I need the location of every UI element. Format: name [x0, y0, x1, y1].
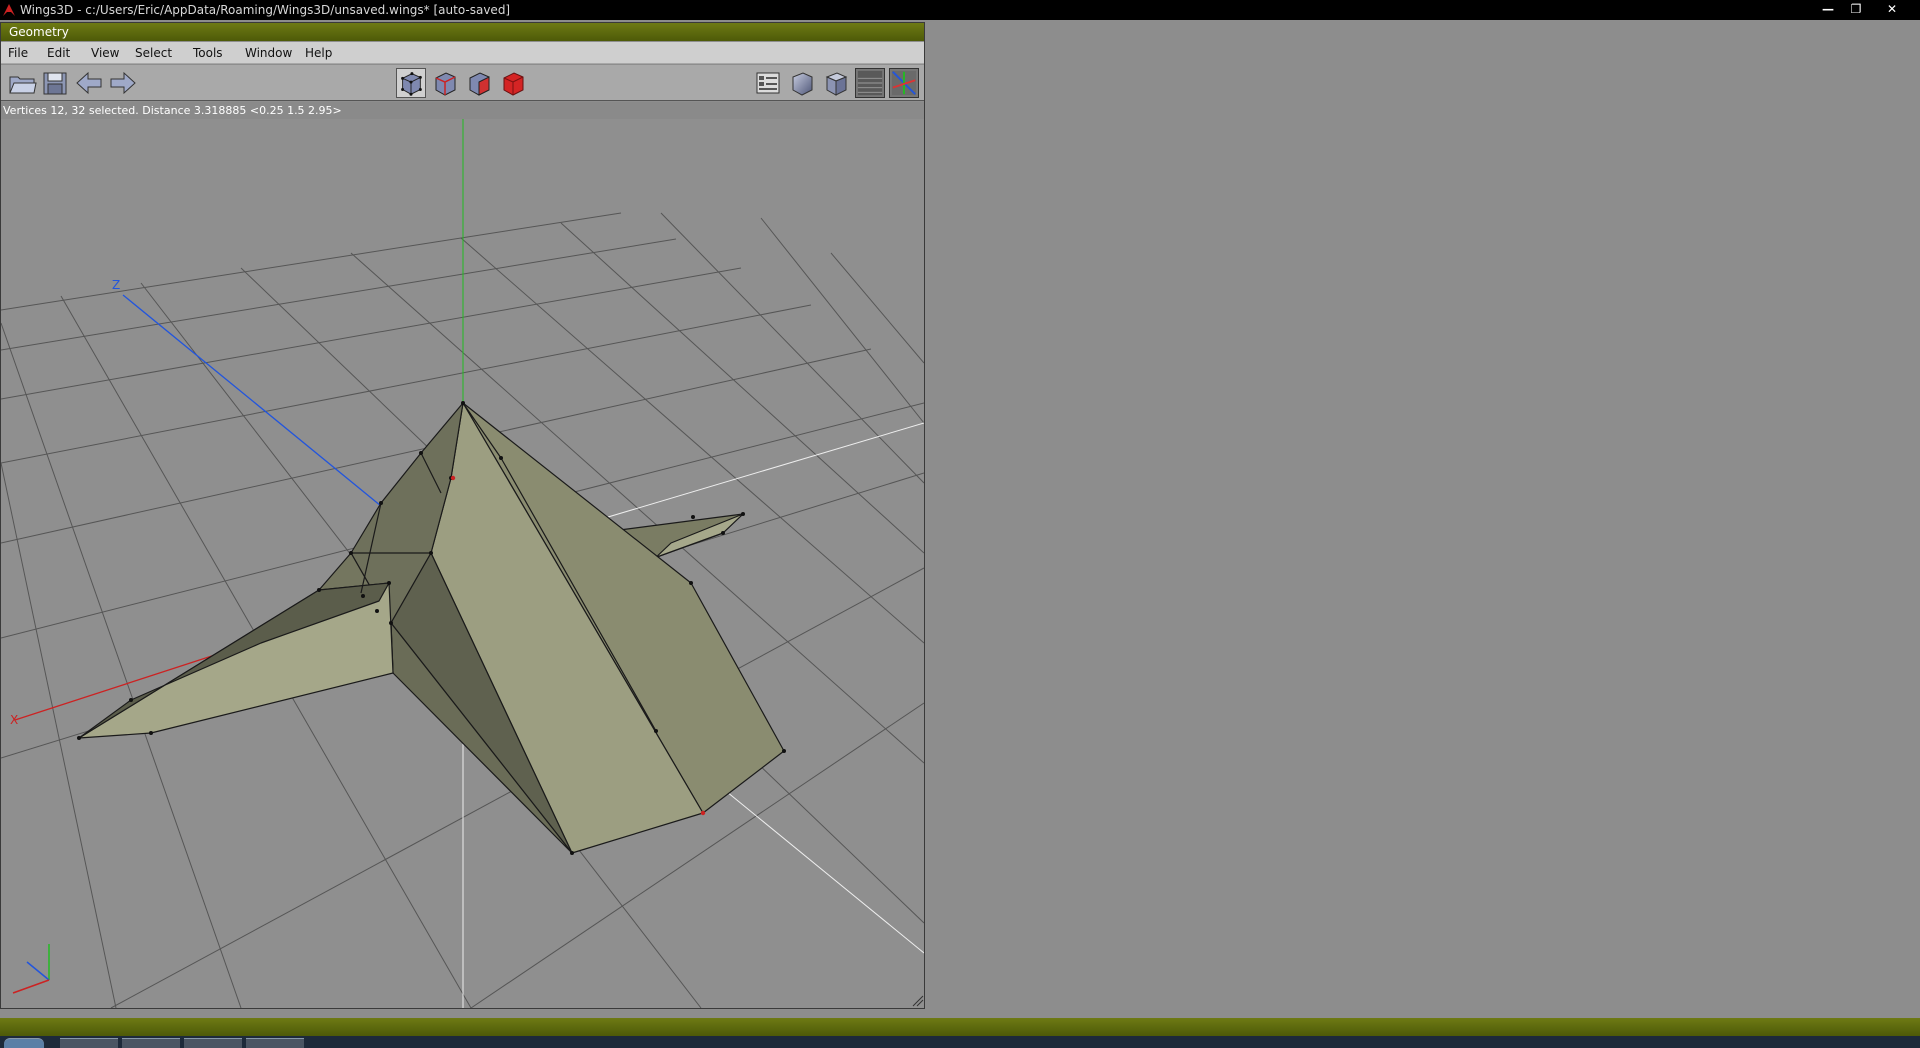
x-axis-label: X — [10, 713, 18, 727]
menu-tools[interactable]: Tools — [193, 46, 223, 60]
geometry-window-title[interactable]: Geometry — [1, 23, 924, 41]
3d-viewport[interactable]: Z X — [1, 119, 924, 1008]
taskbar-app-button[interactable] — [184, 1038, 242, 1048]
bottom-panel-bar — [0, 1018, 1920, 1036]
undo-arrow-icon[interactable] — [74, 68, 104, 98]
smooth-shading-icon[interactable] — [787, 68, 817, 98]
taskbar-app-button[interactable] — [60, 1038, 118, 1048]
orientation-gizmo — [12, 944, 50, 994]
z-axis-label: Z — [112, 278, 120, 292]
window-title: Wings3D - c:/Users/Eric/AppData/Roaming/… — [20, 3, 511, 17]
taskbar-app-button[interactable] — [122, 1038, 180, 1048]
workspace: Geometry File Edit View Select Tools Win… — [0, 20, 1920, 1018]
scene-canvas[interactable]: Z X — [1, 119, 924, 1008]
ground-plane-icon[interactable] — [855, 68, 885, 98]
app-titlebar: Wings3D - c:/Users/Eric/AppData/Roaming/… — [0, 0, 1920, 20]
menu-edit[interactable]: Edit — [47, 46, 70, 60]
redo-arrow-icon[interactable] — [108, 68, 138, 98]
menubar: File Edit View Select Tools Window Help — [1, 42, 924, 64]
wings3d-app-icon — [3, 4, 15, 16]
save-disk-icon[interactable] — [40, 68, 70, 98]
menu-window[interactable]: Window — [245, 46, 292, 60]
os-taskbar — [0, 1036, 1920, 1048]
menu-view[interactable]: View — [91, 46, 119, 60]
taskbar-app-button[interactable] — [246, 1038, 304, 1048]
restore-button[interactable]: ❐ — [1844, 0, 1868, 20]
vertex-mode-icon[interactable] — [396, 68, 426, 98]
flat-shading-icon[interactable] — [821, 68, 851, 98]
face-mode-icon[interactable] — [464, 68, 494, 98]
minimize-button[interactable]: — — [1816, 0, 1840, 20]
edge-mode-icon[interactable] — [430, 68, 460, 98]
menu-help[interactable]: Help — [305, 46, 332, 60]
menu-select[interactable]: Select — [135, 46, 172, 60]
mesh-model[interactable] — [78, 402, 785, 854]
toolbar — [1, 65, 924, 101]
close-button[interactable]: ✕ — [1880, 0, 1904, 20]
open-folder-icon[interactable] — [7, 68, 37, 98]
z-axis-line — [122, 294, 382, 507]
start-button[interactable] — [4, 1038, 44, 1048]
resize-grip-icon[interactable] — [912, 995, 924, 1007]
workmode-icon[interactable] — [753, 68, 783, 98]
menu-file[interactable]: File — [8, 46, 28, 60]
body-mode-icon[interactable] — [498, 68, 528, 98]
axes-toggle-icon[interactable] — [889, 68, 919, 98]
selection-status: Vertices 12, 32 selected. Distance 3.318… — [1, 102, 924, 119]
geometry-window[interactable]: Geometry File Edit View Select Tools Win… — [0, 22, 925, 1009]
